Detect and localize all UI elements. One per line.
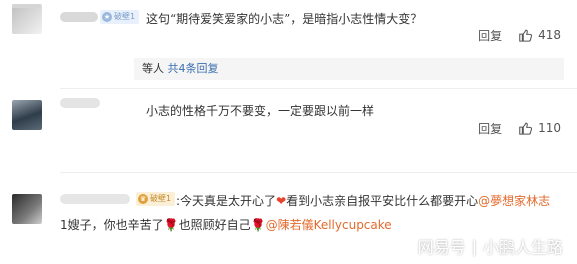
like-count: 110 <box>538 121 561 135</box>
comment-text-a: 今天真是太开心了 <box>180 194 277 208</box>
rose-icon: 🌹 <box>163 218 179 232</box>
user-badge: ♛ 破壁1 <box>136 192 176 206</box>
user-badge: ★ 破壁1 <box>100 10 140 24</box>
watermark: 网易号 | 小鹏人生路 <box>418 234 563 258</box>
username-blurred <box>60 98 100 108</box>
comment-2: 小志的性格千万不要变，一定要跟以前一样 回复 110 <box>0 92 577 152</box>
mention-link[interactable]: @夢想家林志 <box>478 194 550 208</box>
comment-actions: 回复 418 <box>478 27 561 43</box>
divider <box>60 172 577 173</box>
avatar[interactable] <box>12 194 42 224</box>
watermark-brand: 网易号 <box>417 238 466 257</box>
reply-button[interactable]: 回复 <box>478 27 502 44</box>
comment-text-line2: 1嫂子，你也辛苦了🌹也照顾好自己🌹@陳若儀Kellycupcake <box>60 216 392 233</box>
mention-link[interactable]: @陳若儀Kellycupcake <box>266 218 392 232</box>
more-replies-bar[interactable]: 等人 共4条回复 <box>134 58 564 80</box>
thumbs-up-icon[interactable] <box>518 28 533 42</box>
comment-actions: 回复 110 <box>478 120 561 136</box>
thumbs-up-icon[interactable] <box>518 121 533 135</box>
username-blurred <box>60 12 98 22</box>
comment-text-line1: :今天真是太开心了❤看到小志亲自报平安比什么都要开心@夢想家林志 <box>176 194 551 208</box>
heart-icon: ❤ <box>276 194 287 208</box>
watermark-separator: | <box>471 236 477 256</box>
comment-1: ★ 破壁1 这句“期待爱笑爱家的小志”，是暗指小志性情大变？ 回复 418 <box>0 0 577 52</box>
comment-text: 这句“期待爱笑爱家的小志”，是暗指小志性情大变？ <box>146 12 423 26</box>
divider <box>60 88 577 89</box>
vip-badge-icon: ♛ <box>138 194 148 204</box>
more-replies-prefix: 等人 <box>142 62 164 75</box>
rose-icon: 🌹 <box>250 218 266 232</box>
comment-text-c: 1嫂子，你也辛苦了 <box>60 218 164 232</box>
badge-label: 破壁1 <box>114 12 136 21</box>
avatar-blur <box>12 4 40 8</box>
badge-label: 破壁1 <box>150 194 172 203</box>
more-replies-link[interactable]: 共4条回复 <box>168 62 219 75</box>
username-blurred <box>60 194 130 204</box>
comment-text-d: 也照顾好自己 <box>178 218 251 232</box>
avatar[interactable] <box>12 100 42 130</box>
avatar[interactable] <box>12 4 42 34</box>
comment-text-b: 看到小志亲自报平安比什么都要开心 <box>286 194 479 208</box>
vip-badge-icon: ★ <box>102 12 112 22</box>
like-count: 418 <box>538 28 561 42</box>
reply-button[interactable]: 回复 <box>478 120 502 137</box>
comment-text: 小志的性格千万不要变，一定要跟以前一样 <box>146 104 375 118</box>
watermark-author: 小鹏人生路 <box>482 238 563 257</box>
